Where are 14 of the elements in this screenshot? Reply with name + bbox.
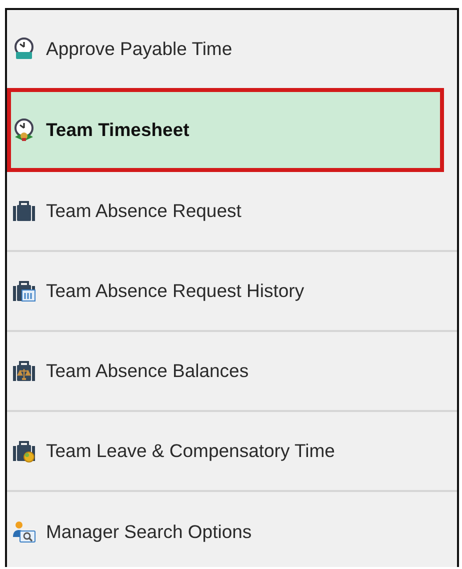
person-search-icon bbox=[12, 520, 36, 544]
menu-item[interactable]: Team Absence Request bbox=[7, 172, 457, 252]
menu-item[interactable]: Team Leave & Compensatory Time bbox=[7, 412, 457, 492]
clock-icon bbox=[12, 37, 36, 61]
menu-item[interactable]: Approve Payable Time bbox=[7, 10, 457, 88]
briefcase-icon bbox=[12, 199, 36, 223]
menu-item[interactable]: Team Timesheet bbox=[7, 88, 444, 172]
menu-item[interactable]: Manager Search Options bbox=[7, 492, 457, 567]
briefcase-calendar-icon bbox=[12, 279, 36, 303]
menu-item[interactable]: Team Absence Balances bbox=[7, 332, 457, 412]
menu-item[interactable]: Team Absence Request History bbox=[7, 252, 457, 332]
clock-medal-icon bbox=[12, 118, 36, 142]
briefcase-coin-icon bbox=[12, 439, 36, 463]
briefcase-scale-icon bbox=[12, 359, 36, 383]
